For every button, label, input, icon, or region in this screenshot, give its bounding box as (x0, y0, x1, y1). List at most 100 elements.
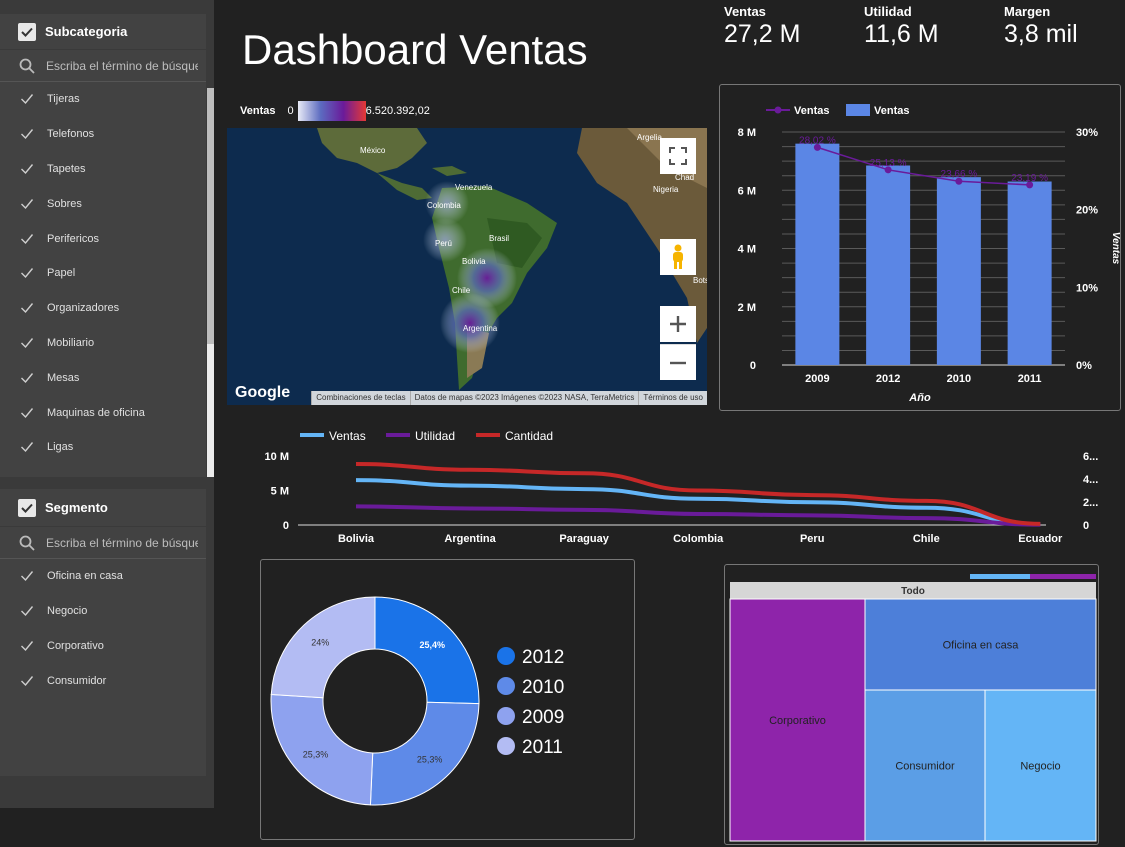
segmento-filter: Segmento Oficina en casa Negocio Corporati… (0, 489, 206, 776)
terms-link[interactable]: Términos de uso (638, 391, 707, 405)
filter-option[interactable]: Maquinas de oficina (0, 395, 206, 430)
map-label: Brasil (489, 234, 509, 243)
y2-tick-label: 20% (1076, 205, 1098, 217)
zoom-in-button[interactable] (660, 306, 696, 342)
ventas-por-pais-chart[interactable]: 0 5 M 10 M 0 2... 4... 6... Bolivia Argentina Par… (240, 424, 1120, 552)
heat-map[interactable]: México Venezuela Colombia Brasil Perú Bo… (227, 128, 707, 405)
segmento-search[interactable] (0, 527, 206, 559)
legend-label[interactable]: 2012 (522, 647, 564, 668)
filter-option[interactable]: Oficina en casa (0, 559, 206, 594)
check-icon (21, 372, 34, 383)
bar[interactable] (936, 177, 981, 365)
subcategoria-scroll-track[interactable] (207, 344, 214, 477)
filter-option-label: Oficina en casa (47, 570, 123, 583)
zoom-in-icon (670, 316, 686, 332)
subcategoria-header[interactable]: Subcategoria (0, 14, 206, 50)
legend-label[interactable]: Ventas (874, 105, 909, 117)
map-label: Venezuela (455, 183, 493, 192)
subcategoria-search[interactable] (0, 50, 206, 82)
fullscreen-button[interactable] (660, 138, 696, 174)
subcategoria-list: Tijeras Telefonos Tapetes Sobres Perifericos… (0, 82, 206, 465)
filter-option-label: Corporativo (47, 639, 104, 652)
y-tick-label: 6 M (738, 185, 756, 197)
kpi-ventas: Ventas 27,2 M (724, 4, 800, 49)
legend-bar-swatch (846, 104, 870, 116)
keyboard-shortcuts-link[interactable]: Combinaciones de teclas (311, 391, 410, 405)
map-label: Bots (693, 276, 707, 285)
bar[interactable] (866, 165, 911, 365)
filter-option[interactable]: Negocio (0, 594, 206, 629)
filter-option[interactable]: Consumidor (0, 663, 206, 698)
map-label: México (360, 146, 386, 155)
check-icon (21, 675, 34, 686)
street-view-button[interactable] (660, 239, 696, 275)
subcategoria-filter: Subcategoria Tijeras Telefonos Tapetes Sobr… (0, 14, 206, 477)
data-label: 23,19 % (1011, 173, 1048, 184)
check-icon (21, 198, 34, 209)
filter-option-label: Papel (47, 267, 76, 280)
filter-option[interactable]: Corporativo (0, 629, 206, 664)
check-icon (21, 233, 34, 244)
segmento-header[interactable]: Segmento (0, 489, 206, 527)
filter-option[interactable]: Perifericos (0, 221, 206, 256)
zoom-out-icon (670, 361, 686, 364)
kpi-value: 3,8 mil (1004, 20, 1078, 48)
filter-option[interactable]: Organizadores (0, 291, 206, 326)
filter-option[interactable]: Tapetes (0, 152, 206, 187)
legend-swatch (497, 647, 515, 665)
legend-label[interactable]: Cantidad (505, 429, 553, 443)
data-label: 23,66 % (941, 169, 978, 180)
legend-label[interactable]: Ventas (794, 105, 829, 117)
fullscreen-icon (669, 147, 687, 165)
segmento-treemap[interactable]: Todo Corporativo Oficina en casa Consumidor… (725, 565, 1098, 844)
filter-option[interactable]: Mesas (0, 360, 206, 395)
dashboard-root: Subcategoria Tijeras Telefonos Tapetes Sobr… (0, 0, 1125, 847)
select-all-checkbox-icon[interactable] (18, 498, 36, 517)
filter-option[interactable]: Telefonos (0, 117, 206, 152)
filter-option[interactable]: Ligas (0, 430, 206, 465)
legend-label[interactable]: 2010 (522, 677, 564, 698)
map-label: Bolivia (462, 257, 486, 266)
search-icon (19, 58, 35, 74)
kpi-label: Utilidad (864, 4, 912, 19)
x-tick-label: 2009 (805, 373, 829, 385)
filter-option[interactable]: Tijeras (0, 82, 206, 117)
check-icon (21, 338, 34, 349)
check-icon (21, 606, 34, 617)
check-icon (21, 94, 34, 105)
filter-option-label: Ligas (47, 441, 74, 454)
y2-tick-label: 2... (1083, 497, 1098, 509)
legend-swatch (497, 737, 515, 755)
filter-option[interactable]: Mobiliario (0, 326, 206, 361)
x-tick-label: 2011 (1018, 373, 1042, 385)
map-attribution: Combinaciones de teclas Datos de mapas ©… (227, 391, 707, 405)
bar[interactable] (795, 143, 840, 365)
kpi-label: Margen (1004, 4, 1051, 19)
segmento-search-input[interactable] (46, 535, 198, 550)
zoom-out-button[interactable] (660, 344, 696, 380)
x-tick-label: Argentina (444, 533, 496, 545)
map-label: Perú (435, 239, 452, 248)
legend-label[interactable]: 2011 (522, 737, 563, 758)
data-label: 28,02 % (799, 135, 836, 146)
slice-label: 25,3% (417, 754, 443, 764)
y-tick-label: 0 (283, 520, 289, 532)
y2-tick-label: 6... (1083, 451, 1098, 463)
donut-slice[interactable] (374, 596, 480, 705)
y-tick-label: 2 M (738, 302, 756, 314)
filter-option-label: Maquinas de oficina (47, 406, 145, 419)
legend-swatch (497, 707, 515, 725)
ventas-por-ano-chart[interactable]: 0 2 M 4 M 6 M 8 M 0% 10% 20% 30% 2009 2012 2010 2011… (720, 85, 1121, 410)
filter-option[interactable]: Sobres (0, 186, 206, 221)
legend-label[interactable]: Utilidad (415, 429, 455, 443)
filter-option[interactable]: Papel (0, 256, 206, 291)
select-all-checkbox-icon[interactable] (18, 22, 36, 41)
legend-label[interactable]: Ventas (329, 429, 366, 443)
ventas-por-ano-donut[interactable]: 25,4% 25,3% 25,3% 24% 2012 2010 2009 2011 (261, 560, 634, 839)
bar[interactable] (1007, 181, 1052, 365)
y2-tick-label: 30% (1076, 127, 1098, 139)
subcategoria-search-input[interactable] (46, 58, 198, 73)
map-legend-max: 6.520.392,02 (365, 105, 430, 117)
subcategoria-scrollbar[interactable] (207, 88, 214, 344)
legend-label[interactable]: 2009 (522, 707, 564, 728)
